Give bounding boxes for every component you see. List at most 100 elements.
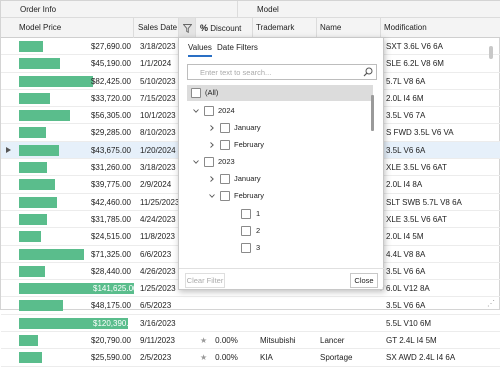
cell-modification[interactable]: 2.0L I4 6M	[384, 90, 484, 107]
cell-model-price[interactable]: $24,515.00	[16, 228, 134, 245]
checkbox-day-1[interactable]	[241, 209, 251, 219]
checkbox-january-2024[interactable]	[220, 123, 230, 133]
tab-date-filters[interactable]: Date Filters	[217, 43, 258, 52]
column-header-modification[interactable]: Modification	[381, 18, 500, 38]
cell-model-price[interactable]: $29,285.00	[16, 124, 134, 141]
table-row[interactable]: $120,390.00 3/16/2023 5.5L V10 6M	[1, 315, 500, 333]
cell-modification[interactable]: XLE 3.5L V6 6AT	[384, 211, 484, 228]
checkbox-day-2[interactable]	[241, 226, 251, 236]
tree-node-january-2023[interactable]: January	[187, 171, 373, 187]
cell-modification[interactable]: 4.4L V8 8A	[384, 246, 484, 263]
cell-model-price[interactable]: $39,775.00	[16, 176, 134, 193]
cell-model-price[interactable]: $25,590.00	[16, 349, 134, 366]
cell-modification[interactable]: SXT 3.6L V6 6A	[384, 38, 484, 55]
chevron-down-icon[interactable]	[193, 108, 199, 114]
cell-modification[interactable]: 5.5L V10 6M	[384, 315, 484, 332]
tree-node-all[interactable]: (All)	[187, 85, 373, 101]
band-model[interactable]: Model	[238, 1, 500, 18]
tree-label-february-2023: February	[234, 191, 265, 200]
tree-node-day-3[interactable]: 3	[187, 240, 373, 256]
filter-popup-footer: Clear Filter Close	[179, 268, 385, 290]
column-header-sales-date[interactable]: Sales Date	[134, 18, 179, 38]
cell-modification[interactable]: SX AWD 2.4L I4 6A	[384, 349, 484, 366]
cell-sales-date[interactable]: 3/16/2023	[138, 315, 196, 332]
cell-model-price[interactable]: $71,325.00	[16, 246, 134, 263]
tree-node-2024[interactable]: 2024	[187, 103, 373, 119]
cell-model-price[interactable]: $48,175.00	[16, 297, 134, 314]
cell-model-price[interactable]: $120,390.00	[16, 315, 134, 332]
cell-modification[interactable]: GT 2.4L I4 5M	[384, 332, 484, 349]
checkbox-2024[interactable]	[204, 106, 214, 116]
tree-node-day-1[interactable]: 1	[187, 206, 373, 222]
filter-search-input[interactable]: Enter text to search...	[187, 64, 377, 80]
cell-name[interactable]: Sportage	[317, 349, 381, 366]
cell-modification[interactable]: SLE 6.2L V8 6M	[384, 55, 484, 72]
cell-trademark[interactable]: KIA	[257, 349, 316, 366]
cell-modification[interactable]: 3.5L V6 6A	[384, 297, 484, 314]
cell-model-price[interactable]: $27,690.00	[16, 38, 134, 55]
cell-modification[interactable]: 2.0L I4 5M	[384, 228, 484, 245]
column-header-trademark[interactable]: Trademark	[253, 18, 317, 38]
tree-node-2023[interactable]: 2023	[187, 154, 373, 170]
cell-model-price[interactable]: $31,785.00	[16, 211, 134, 228]
checkbox-all[interactable]	[191, 88, 201, 98]
focused-row-indicator-icon	[6, 146, 11, 153]
cell-model-price[interactable]: $45,190.00	[16, 55, 134, 72]
chevron-down-icon[interactable]	[209, 193, 215, 199]
vertical-scrollbar[interactable]	[489, 46, 493, 59]
tree-node-february-2023[interactable]: February	[187, 188, 373, 204]
chevron-right-icon[interactable]	[209, 125, 215, 131]
cell-model-price[interactable]: $141,625.00	[16, 280, 134, 297]
chevron-right-icon[interactable]	[209, 142, 215, 148]
close-button[interactable]: Close	[350, 273, 378, 288]
filter-dropdown-button[interactable]	[179, 18, 196, 38]
checkbox-2023[interactable]	[204, 157, 214, 167]
table-row[interactable]: $25,590.00 2/5/2023 ★ 0.00% KIA Sportage SX AW…	[1, 349, 500, 367]
popup-resize-grip-icon[interactable]: ⋰	[380, 285, 386, 292]
cell-modification[interactable]: 5.7L V8 6A	[384, 73, 484, 90]
checkbox-january-2023[interactable]	[220, 174, 230, 184]
cell-sales-date[interactable]: 9/11/2023	[138, 332, 196, 349]
table-row[interactable]: $20,790.00 9/11/2023 ★ 0.00% Mitsubishi Lance…	[1, 332, 500, 350]
cell-modification[interactable]: SLT SWB 5.7L V8 6A	[384, 194, 484, 211]
cell-model-price[interactable]: $31,260.00	[16, 159, 134, 176]
tree-node-january-2024[interactable]: January	[187, 120, 373, 136]
chevron-down-icon[interactable]	[193, 159, 199, 165]
tree-scrollbar[interactable]	[371, 95, 374, 131]
cell-model-price[interactable]: $56,305.00	[16, 107, 134, 124]
checkbox-february-2023[interactable]	[220, 191, 230, 201]
column-header-model-price[interactable]: Model Price	[1, 18, 134, 38]
column-header-discount[interactable]: % Discount	[196, 18, 253, 38]
cell-modification[interactable]: 2.0L I4 8A	[384, 176, 484, 193]
chevron-right-icon[interactable]	[209, 176, 215, 182]
checkbox-february-2024[interactable]	[220, 140, 230, 150]
tree-label-january-2023: January	[234, 174, 261, 183]
cell-model-price[interactable]: $28,440.00	[16, 263, 134, 280]
cell-sales-date[interactable]: 2/5/2023	[138, 349, 196, 366]
cell-model-price[interactable]: $42,460.00	[16, 194, 134, 211]
column-header-name[interactable]: Name	[317, 18, 381, 38]
cell-modification[interactable]: 3.5L V6 6A	[384, 142, 484, 159]
cell-name[interactable]: Lancer	[317, 332, 381, 349]
cell-modification[interactable]: 6.0L V12 8A	[384, 280, 484, 297]
tab-values[interactable]: Values	[188, 43, 212, 57]
cell-sales-date[interactable]: 6/5/2023	[138, 297, 196, 314]
cell-modification[interactable]: 3.5L V6 7A	[384, 107, 484, 124]
checkbox-day-3[interactable]	[241, 243, 251, 253]
cell-modification[interactable]: S FWD 3.5L V6 VA	[384, 124, 484, 141]
tree-node-day-2[interactable]: 2	[187, 223, 373, 239]
table-row[interactable]: $48,175.00 6/5/2023 3.5L V6 6A	[1, 297, 500, 315]
cell-model-price[interactable]: $20,790.00	[16, 332, 134, 349]
cell-modification[interactable]: XLE 3.5L V6 6AT	[384, 159, 484, 176]
band-order-info[interactable]: Order Info	[1, 1, 238, 18]
cell-model-price[interactable]: $43,675.00	[16, 142, 134, 159]
clear-filter-button[interactable]: Clear Filter	[185, 273, 225, 288]
tree-node-february-2024[interactable]: February	[187, 137, 373, 153]
cell-modification[interactable]: 3.5L V6 6A	[384, 263, 484, 280]
cell-model-price[interactable]: $82,425.00	[16, 73, 134, 90]
cell-discount[interactable]: ★ 0.00%	[197, 332, 253, 349]
cell-model-price[interactable]: $33,720.00	[16, 90, 134, 107]
resize-grip-icon[interactable]: ⋰	[487, 299, 495, 308]
cell-discount[interactable]: ★ 0.00%	[197, 349, 253, 366]
cell-trademark[interactable]: Mitsubishi	[257, 332, 316, 349]
